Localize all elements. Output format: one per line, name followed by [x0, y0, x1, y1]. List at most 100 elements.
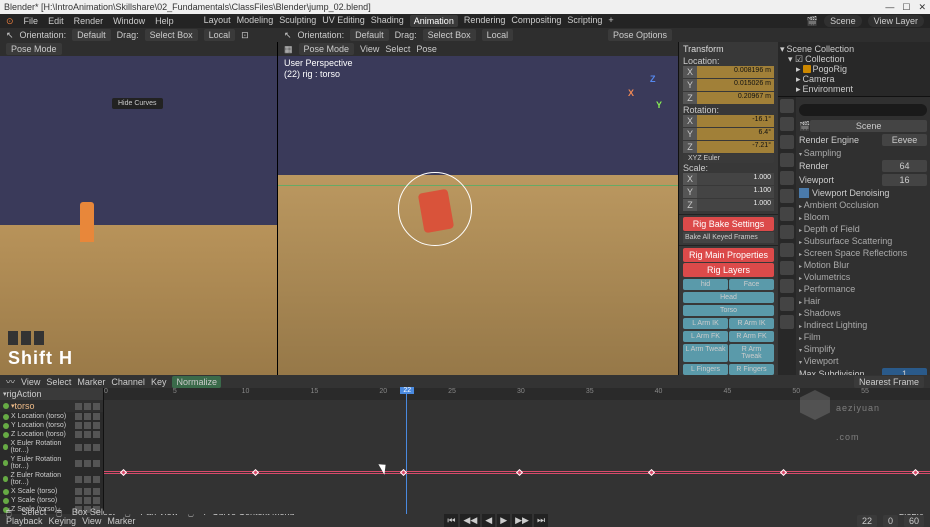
- modifier-tab-icon[interactable]: [780, 207, 794, 221]
- rig-larmik-button[interactable]: L Arm IK: [683, 318, 728, 329]
- cursor-tool-icon[interactable]: ↖: [284, 30, 292, 41]
- rig-rarmik-button[interactable]: R Arm IK: [729, 318, 774, 329]
- ws-modeling[interactable]: Modeling: [237, 15, 274, 27]
- rig-head-button[interactable]: Head: [683, 292, 774, 303]
- editor-type-icon[interactable]: ▦: [284, 44, 293, 55]
- start-frame-field[interactable]: 0: [883, 515, 898, 527]
- rot-x-field[interactable]: -16.1°: [697, 115, 774, 127]
- bake-all-checkbox[interactable]: Bake All Keyed Frames: [683, 232, 774, 243]
- outliner[interactable]: ▾ Scene Collection ▾ ☑ Collection ▸ Pogo…: [778, 42, 930, 97]
- channel-row[interactable]: X Euler Rotation (tor...): [0, 439, 103, 455]
- channel-row[interactable]: Z Location (torso): [0, 430, 103, 439]
- ws-compositing[interactable]: Compositing: [511, 15, 561, 27]
- viewlayer-selector[interactable]: View Layer: [868, 15, 924, 27]
- keyframe[interactable]: [516, 468, 523, 475]
- loc-z-field[interactable]: 0.20967 m: [697, 92, 774, 104]
- jump-start-icon[interactable]: ⏮: [444, 514, 458, 527]
- z-axis-icon[interactable]: Z: [650, 74, 656, 84]
- rig-rfing-button[interactable]: R Fingers: [729, 364, 774, 375]
- loc-x-field[interactable]: 0.008196 m: [697, 66, 774, 78]
- props-section[interactable]: Indirect Lighting: [799, 320, 927, 330]
- vp-view-menu[interactable]: View: [360, 44, 379, 54]
- outliner-environment[interactable]: ▸ Environment: [780, 84, 928, 94]
- props-section[interactable]: Hair: [799, 296, 927, 306]
- physics-tab-icon[interactable]: [780, 243, 794, 257]
- keyframe[interactable]: [912, 468, 919, 475]
- keyframe[interactable]: [780, 468, 787, 475]
- viewport-subsection[interactable]: Viewport: [799, 356, 927, 366]
- render-samples-field[interactable]: 64: [882, 160, 927, 172]
- character-torso[interactable]: [418, 189, 454, 234]
- action-row[interactable]: ▾ rigAction: [0, 388, 103, 400]
- normalize-button[interactable]: Normalize: [172, 376, 221, 388]
- constraint-tab-icon[interactable]: [780, 261, 794, 275]
- menu-file[interactable]: File: [24, 16, 39, 26]
- props-section[interactable]: Performance: [799, 284, 927, 294]
- ws-add-icon[interactable]: +: [608, 15, 613, 27]
- keyframe[interactable]: [400, 468, 407, 475]
- engine-dropdown[interactable]: Eevee: [882, 134, 927, 146]
- jump-end-icon[interactable]: ⏭: [534, 514, 548, 527]
- menu-window[interactable]: Window: [113, 16, 145, 26]
- snap-icon[interactable]: ⊡: [241, 30, 249, 41]
- graph-area[interactable]: 051015202530354045505560 22: [104, 388, 930, 514]
- vp-pose-menu[interactable]: Pose: [416, 44, 437, 54]
- outliner-scene-collection[interactable]: ▾ Scene Collection: [780, 44, 928, 54]
- keyframe[interactable]: [648, 468, 655, 475]
- props-section[interactable]: Screen Space Reflections: [799, 248, 927, 258]
- channel-row[interactable]: Y Euler Rotation (tor...): [0, 455, 103, 471]
- bone-tab-icon[interactable]: [780, 297, 794, 311]
- center-viewport[interactable]: ▦ Pose Mode View Select Pose User Perspe…: [278, 42, 678, 375]
- world-tab-icon[interactable]: [780, 171, 794, 185]
- rig-face-button[interactable]: Face: [729, 279, 774, 290]
- y-axis-icon[interactable]: Y: [656, 100, 662, 110]
- props-section[interactable]: Volumetrics: [799, 272, 927, 282]
- rig-rarmtw-button[interactable]: R Arm Tweak: [729, 344, 774, 362]
- channel-list[interactable]: ▾ rigAction ▾ torso X Location (torso)Y …: [0, 388, 104, 514]
- loc-y-field[interactable]: 0.015026 m: [697, 79, 774, 91]
- scene-tab-icon[interactable]: [780, 153, 794, 167]
- channel-row[interactable]: Y Scale (torso): [0, 496, 103, 505]
- props-section[interactable]: Motion Blur: [799, 260, 927, 270]
- current-frame-field[interactable]: 22: [857, 515, 877, 527]
- output-tab-icon[interactable]: [780, 117, 794, 131]
- keyframe[interactable]: [119, 468, 126, 475]
- outliner-collection[interactable]: ▾ ☑ Collection: [780, 54, 928, 64]
- marker-menu[interactable]: Marker: [107, 516, 135, 526]
- menu-edit[interactable]: Edit: [48, 16, 64, 26]
- left-viewport[interactable]: Pose Mode Shift H: [0, 42, 278, 375]
- ws-layout[interactable]: Layout: [204, 15, 231, 27]
- editor-type-icon[interactable]: 〰: [6, 375, 15, 388]
- props-section[interactable]: Bloom: [799, 212, 927, 222]
- transform-header[interactable]: Transform: [683, 44, 774, 54]
- rig-larmfk-button[interactable]: L Arm FK: [683, 331, 728, 342]
- play-icon[interactable]: ▶: [497, 514, 510, 527]
- object-row[interactable]: ▾ torso: [0, 400, 103, 412]
- x-axis-icon[interactable]: X: [628, 88, 634, 98]
- rotation-mode-dropdown[interactable]: XYZ Euler: [683, 154, 774, 163]
- rig-bake-header[interactable]: Rig Bake Settings: [683, 217, 774, 231]
- ws-scripting[interactable]: Scripting: [567, 15, 602, 27]
- tl-key[interactable]: Key: [151, 377, 167, 387]
- material-tab-icon[interactable]: [780, 315, 794, 329]
- ws-sculpting[interactable]: Sculpting: [279, 15, 316, 27]
- close-icon[interactable]: ✕: [918, 2, 926, 13]
- props-section[interactable]: Shadows: [799, 308, 927, 318]
- rig-hid-button[interactable]: hid: [683, 279, 728, 290]
- transform-space[interactable]: Local: [204, 29, 236, 41]
- keying-dropdown[interactable]: Keying: [49, 516, 77, 526]
- tl-marker[interactable]: Marker: [77, 377, 105, 387]
- tl-select[interactable]: Select: [46, 377, 71, 387]
- orientation-dropdown[interactable]: Default: [72, 29, 111, 41]
- frame-ruler[interactable]: 051015202530354045505560: [104, 388, 930, 400]
- vp-select-menu[interactable]: Select: [385, 44, 410, 54]
- channel-row[interactable]: X Scale (torso): [0, 487, 103, 496]
- viewlayer-tab-icon[interactable]: [780, 135, 794, 149]
- keyframe-next-icon[interactable]: ▶▶: [512, 514, 532, 527]
- ws-rendering[interactable]: Rendering: [464, 15, 506, 27]
- vpdenoise-checkbox[interactable]: [799, 188, 809, 198]
- minimize-icon[interactable]: —: [885, 2, 894, 13]
- ws-animation[interactable]: Animation: [410, 15, 458, 27]
- menu-render[interactable]: Render: [74, 16, 104, 26]
- scene-selector[interactable]: Scene: [824, 15, 862, 27]
